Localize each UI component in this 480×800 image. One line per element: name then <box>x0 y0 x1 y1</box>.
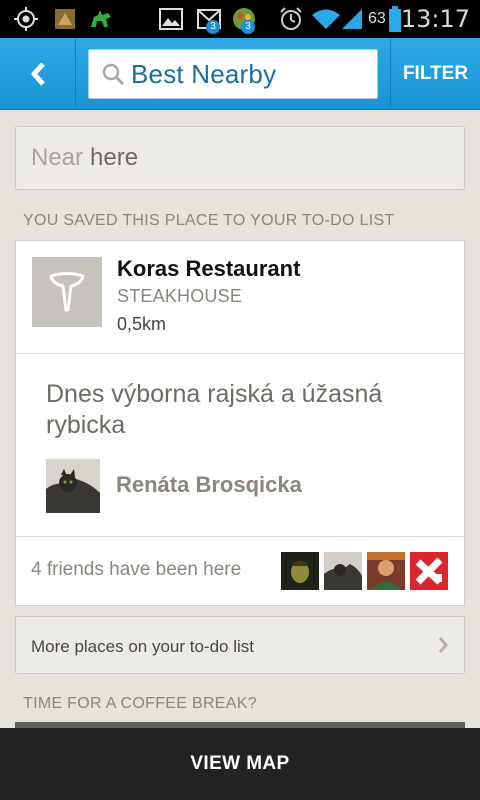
friend-avatar <box>367 552 405 590</box>
tip-row[interactable]: Dnes výborna rajská a úžasná rybicka Ren… <box>16 354 464 537</box>
saved-place-card: Koras Restaurant STEAKHOUSE 0,5km Dnes v… <box>15 240 465 606</box>
tip-text: Dnes výborna rajská a úžasná rybicka <box>46 380 383 439</box>
tip-author-avatar[interactable] <box>46 459 100 513</box>
friends-text: 4 friends have been here <box>31 559 242 580</box>
magnifier-icon <box>101 62 125 86</box>
app-icon <box>50 0 80 38</box>
back-button[interactable] <box>0 38 76 110</box>
friend-avatar <box>410 552 448 590</box>
gps-icon <box>10 0 42 38</box>
view-map-label: VIEW MAP <box>190 753 290 774</box>
near-input[interactable]: Near here <box>15 126 465 190</box>
screen: 3 3 63 13:17 Best Nearby FILTER Near her… <box>0 0 480 800</box>
filter-button[interactable]: FILTER <box>390 38 480 110</box>
near-label: Near <box>31 144 84 171</box>
near-value: here <box>90 144 139 171</box>
steakhouse-icon <box>32 257 102 327</box>
tip-author-name[interactable]: Renáta Brosqicka <box>116 472 302 498</box>
search-input[interactable]: Best Nearby <box>88 49 378 99</box>
alarm-icon <box>276 0 306 38</box>
battery-percent: 63 <box>368 10 386 27</box>
venue-name: Koras Restaurant <box>117 256 301 281</box>
friend-avatar <box>324 552 362 590</box>
friend-avatar <box>281 552 319 590</box>
clock: 13:17 <box>400 5 470 33</box>
saved-section-header: YOU SAVED THIS PLACE TO YOUR TO-DO LIST <box>23 212 395 229</box>
action-bar: Best Nearby FILTER <box>0 38 480 110</box>
venue-distance: 0,5km <box>117 314 167 334</box>
dragon-icon <box>86 0 116 38</box>
app-round-badge: 3 <box>241 20 255 34</box>
venue-category: STEAKHOUSE <box>117 286 243 306</box>
coffee-section-header: TIME FOR A COFFEE BREAK? <box>23 695 257 712</box>
gmail-badge: 3 <box>206 20 220 34</box>
view-map-button[interactable]: VIEW MAP <box>0 728 480 800</box>
more-places-label: More places on your to-do list <box>31 637 254 656</box>
friends-row[interactable]: 4 friends have been here <box>16 537 464 605</box>
gallery-icon <box>156 0 186 38</box>
search-text: Best Nearby <box>131 58 277 89</box>
signal-icon <box>338 0 366 38</box>
chevron-left-icon <box>31 62 45 86</box>
venue-row[interactable]: Koras Restaurant STEAKHOUSE 0,5km <box>16 241 464 354</box>
status-bar: 3 3 63 13:17 <box>0 0 480 38</box>
chevron-right-icon <box>437 635 449 660</box>
more-places-button[interactable]: More places on your to-do list <box>15 616 465 674</box>
